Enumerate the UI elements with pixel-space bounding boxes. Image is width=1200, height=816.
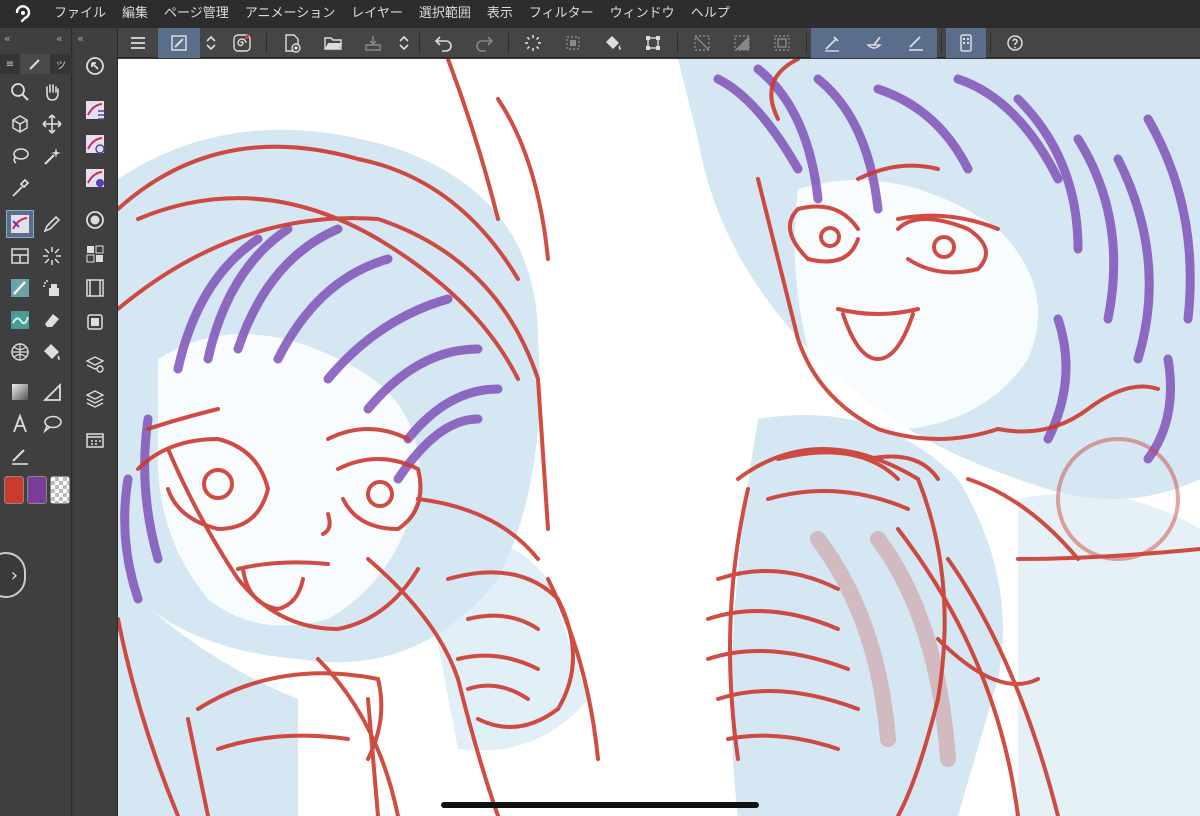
menu-page[interactable]: ページ管理: [156, 0, 237, 28]
hand-icon[interactable]: [38, 78, 66, 106]
invert-selection-icon[interactable]: [722, 28, 762, 58]
menu-file[interactable]: ファイル: [46, 0, 114, 28]
app-window: ファイル 編集 ページ管理 アニメーション レイヤー 選択範囲 表示 フィルター…: [0, 0, 1200, 816]
tablet-icon[interactable]: [946, 27, 986, 58]
speed-lines-icon[interactable]: [38, 242, 66, 270]
home-indicator: [441, 802, 759, 808]
chevron-right-icon: ›: [10, 564, 18, 586]
pencil-icon[interactable]: [38, 210, 66, 238]
menu-animation[interactable]: アニメーション: [237, 0, 343, 28]
separator: [941, 32, 942, 53]
material-icon[interactable]: [81, 426, 109, 454]
fill-icon[interactable]: [593, 28, 633, 58]
menu-edit[interactable]: 編集: [114, 0, 156, 28]
transform-icon[interactable]: [633, 28, 673, 58]
separator: [508, 32, 509, 53]
pen-tool-icon[interactable]: [6, 210, 34, 238]
menu-bar: ファイル 編集 ページ管理 アニメーション レイヤー 選択範囲 表示 フィルター…: [0, 0, 1200, 28]
selection-border-icon[interactable]: [762, 28, 802, 58]
help-icon[interactable]: [995, 28, 1035, 58]
color-set-icon[interactable]: [81, 240, 109, 268]
sketch-artwork: [118, 59, 1200, 816]
panel-menu-icon[interactable]: ≡: [0, 54, 20, 74]
undo-icon[interactable]: [424, 28, 464, 58]
spiral-icon[interactable]: [222, 28, 262, 58]
eraser-icon[interactable]: [38, 306, 66, 334]
navigator-icon[interactable]: [81, 52, 109, 80]
balloon-icon[interactable]: [38, 410, 66, 438]
sub-panel: «: [73, 28, 118, 816]
brush-icon[interactable]: [6, 274, 34, 302]
collapse-sub-icon[interactable]: «: [77, 32, 84, 45]
brush-size-icon[interactable]: [81, 130, 109, 158]
frame-border-icon[interactable]: [6, 242, 34, 270]
text-icon[interactable]: [6, 410, 34, 438]
object-select-icon[interactable]: [6, 110, 34, 138]
tool-panel: « « ≡ ツ: [0, 28, 72, 816]
sub-color-swatch[interactable]: [27, 476, 47, 504]
main-color-swatch[interactable]: [4, 476, 24, 504]
menu-window[interactable]: ウィンドウ: [602, 0, 683, 28]
figure-icon[interactable]: [38, 378, 66, 406]
tool-panel-tabs: ≡ ツ: [0, 54, 72, 74]
decoration-icon[interactable]: [6, 306, 34, 334]
save-icon[interactable]: [353, 28, 393, 58]
tool-property-icon[interactable]: [81, 96, 109, 124]
separator: [990, 32, 991, 53]
deselect-icon[interactable]: [682, 28, 722, 58]
eyedropper-icon[interactable]: [6, 174, 34, 202]
gradient-icon[interactable]: [6, 378, 34, 406]
lasso-icon[interactable]: [6, 142, 34, 170]
move-icon[interactable]: [38, 110, 66, 138]
ruler-icon[interactable]: [895, 27, 937, 58]
drawing-canvas[interactable]: [118, 59, 1200, 816]
menu-filter[interactable]: フィルター: [521, 0, 602, 28]
new-page-icon[interactable]: [271, 28, 313, 58]
color-wheel-icon[interactable]: [81, 206, 109, 234]
ruler-pen-icon[interactable]: [811, 27, 853, 58]
layer-search-icon[interactable]: [81, 350, 109, 378]
zoom-icon[interactable]: [6, 78, 34, 106]
airbrush-icon[interactable]: [38, 274, 66, 302]
layer-property-icon[interactable]: [81, 308, 109, 336]
open-icon[interactable]: [313, 28, 353, 58]
tab-brush-icon[interactable]: [20, 54, 50, 74]
expand-icon[interactable]: [200, 28, 222, 58]
collapse-left-icon[interactable]: «: [4, 32, 11, 45]
app-logo-icon[interactable]: [0, 0, 46, 28]
separator: [266, 32, 267, 53]
sub-tool-detail-icon[interactable]: [81, 164, 109, 192]
menu-selection[interactable]: 選択範囲: [411, 0, 479, 28]
menu-view[interactable]: 表示: [479, 0, 521, 28]
redo-icon[interactable]: [464, 28, 504, 58]
fill-bucket-icon[interactable]: [38, 338, 66, 366]
command-bar: [118, 27, 1200, 58]
menu-icon[interactable]: [118, 28, 158, 58]
timeline-icon[interactable]: [81, 274, 109, 302]
ruler-brush-icon[interactable]: [853, 27, 895, 58]
selected-tool-icon[interactable]: [158, 27, 200, 58]
separator: [806, 32, 807, 53]
tab-tool[interactable]: ツ: [50, 54, 72, 74]
magic-wand-icon[interactable]: [38, 142, 66, 170]
transparent-color-swatch[interactable]: [50, 476, 70, 504]
expand-icon[interactable]: [393, 28, 415, 58]
separator: [677, 32, 678, 53]
separator: [419, 32, 420, 53]
correct-line-icon[interactable]: [6, 442, 34, 470]
menu-layer[interactable]: レイヤー: [343, 0, 411, 28]
collapse-right-icon[interactable]: «: [56, 32, 63, 45]
layer-icon[interactable]: [81, 384, 109, 412]
perspective-ruler-icon[interactable]: [6, 338, 34, 366]
clear-icon[interactable]: [553, 28, 593, 58]
menu-help[interactable]: ヘルプ: [683, 0, 738, 28]
loading-icon[interactable]: [513, 28, 553, 58]
